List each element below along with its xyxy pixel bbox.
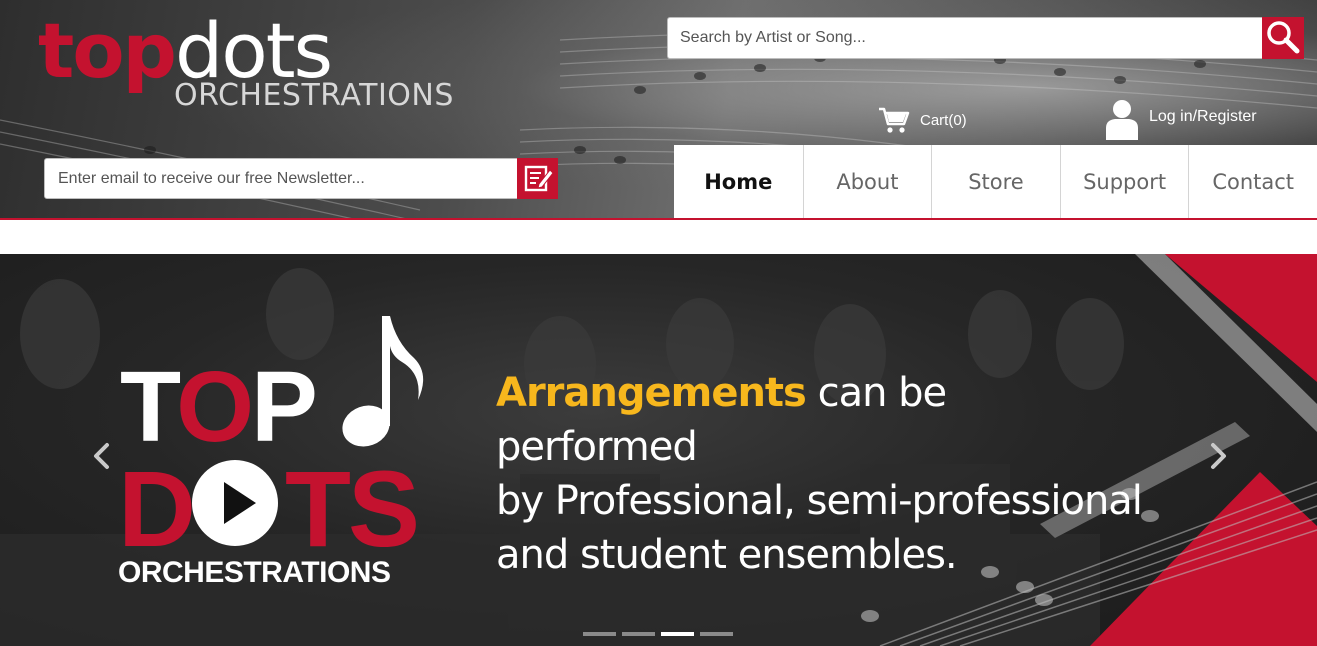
main-nav: Home About Store Support Contact xyxy=(674,145,1317,218)
hero-slider: TOP D TS ORCHESTRATIONS Arrangements can … xyxy=(0,254,1317,646)
play-icon xyxy=(192,460,278,546)
search-button[interactable] xyxy=(1262,17,1304,59)
cart-icon xyxy=(879,107,910,133)
chevron-left-icon xyxy=(94,443,109,469)
newsletter-email-input[interactable] xyxy=(45,159,517,198)
logo-word-top: top xyxy=(38,6,177,95)
hero-line-3: and student ensembles. xyxy=(496,532,958,578)
slide-indicator[interactable] xyxy=(583,632,616,636)
slide-indicator[interactable] xyxy=(661,632,694,636)
nav-support[interactable]: Support xyxy=(1059,145,1189,218)
hero-logo: TOP D TS ORCHESTRATIONS xyxy=(114,312,434,592)
site-header: topdots ORCHESTRATIONS Cart(0) Log in/Re… xyxy=(0,0,1317,220)
hero-headline: Arrangements can be performed by Profess… xyxy=(496,366,1156,582)
login-register-link[interactable]: Log in/Register xyxy=(1105,98,1257,140)
nav-contact[interactable]: Contact xyxy=(1188,145,1317,218)
slide-indicator[interactable] xyxy=(700,632,733,636)
slider-indicators xyxy=(583,632,733,636)
chevron-right-icon xyxy=(1211,443,1226,469)
hero-logo-letter-p: P xyxy=(251,351,318,463)
hero-logo-top: TOP xyxy=(120,351,318,463)
hero-logo-letters-ts: TS xyxy=(285,448,420,569)
nav-home[interactable]: Home xyxy=(674,145,803,218)
cart-link[interactable]: Cart(0) xyxy=(878,104,967,136)
logo-subtitle: ORCHESTRATIONS xyxy=(174,78,454,113)
newsletter-box xyxy=(44,158,518,199)
slider-next-arrow[interactable] xyxy=(1204,438,1232,474)
slide-indicator[interactable] xyxy=(622,632,655,636)
music-note-icon xyxy=(342,316,424,447)
search-box xyxy=(667,17,1263,59)
slider-prev-arrow[interactable] xyxy=(88,438,116,474)
hero-logo-letter-d: D xyxy=(118,448,196,569)
header-divider xyxy=(0,218,1317,220)
hero-line-1: Arrangements can be performed xyxy=(496,366,1156,474)
search-input[interactable] xyxy=(668,18,1262,58)
hero-line-2: by Professional, semi-professional xyxy=(496,478,1143,524)
nav-about[interactable]: About xyxy=(802,145,932,218)
login-register-label: Log in/Register xyxy=(1149,108,1257,125)
hero-logo-subtitle: ORCHESTRATIONS xyxy=(118,556,391,589)
nav-store[interactable]: Store xyxy=(931,145,1060,218)
hero-logo-letter-t: T xyxy=(120,351,179,463)
cart-label: Cart(0) xyxy=(920,111,967,129)
edit-note-icon xyxy=(524,165,554,192)
site-logo[interactable]: topdots ORCHESTRATIONS xyxy=(38,6,458,116)
magnifier-icon xyxy=(1267,21,1300,54)
hero-highlight-word: Arrangements xyxy=(496,370,807,416)
user-icon xyxy=(1106,100,1138,140)
newsletter-subscribe-button[interactable] xyxy=(517,158,558,199)
hero-logo-letter-o: O xyxy=(176,351,254,463)
